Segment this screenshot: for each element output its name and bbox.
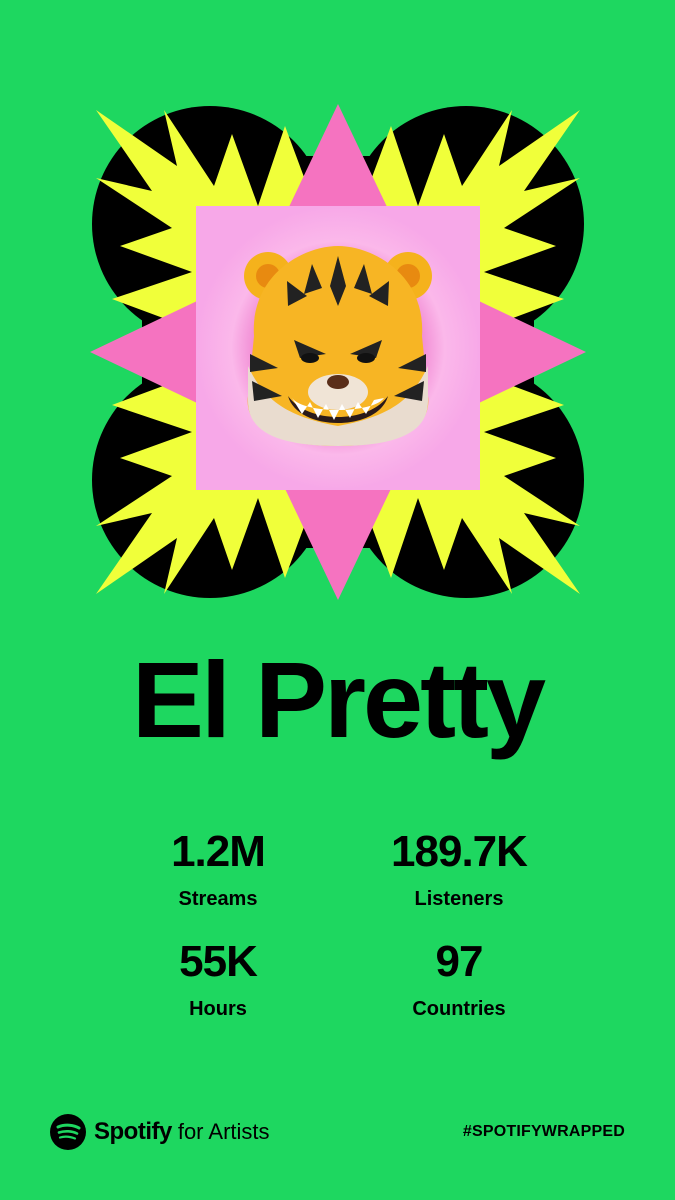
stat-label: Streams: [178, 888, 258, 910]
stat-streams: 1.2M Streams: [78, 826, 358, 912]
cover-artwork: [82, 96, 594, 608]
stat-label: Countries: [412, 998, 506, 1020]
stat-listeners: 189.7K Listeners: [319, 826, 599, 912]
spotify-for-artists-logo: Spotify for Artists: [50, 1112, 270, 1152]
spotify-logo-icon: [50, 1114, 86, 1150]
stat-value: 55K: [179, 937, 258, 986]
stat-label: Listeners: [414, 888, 504, 910]
brand-name: Spotify: [94, 1118, 172, 1145]
stat-hours: 55K Hours: [78, 936, 358, 1022]
stat-countries: 97 Countries: [319, 936, 599, 1022]
stat-label: Hours: [189, 998, 247, 1020]
campaign-hashtag: #SPOTIFYWRAPPED: [462, 1123, 625, 1140]
tiger-emoji-avatar: [244, 246, 432, 446]
stat-value: 1.2M: [171, 827, 266, 876]
stat-value: 189.7K: [391, 827, 528, 876]
brand-subtitle: for Artists: [177, 1119, 270, 1144]
artist-name: El Pretty: [131, 639, 546, 760]
stat-value: 97: [435, 937, 484, 986]
artwork-graphic: [90, 104, 586, 600]
